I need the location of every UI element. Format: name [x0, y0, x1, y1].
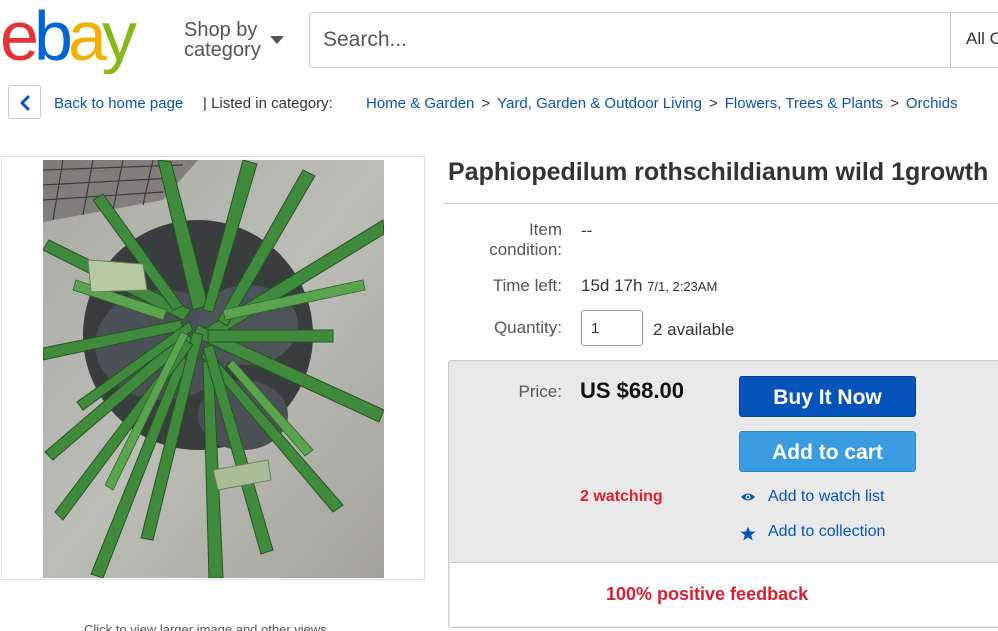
item-condition-label: Item condition:: [442, 220, 562, 260]
chevron-left-icon: [20, 95, 30, 111]
back-button[interactable]: [8, 85, 41, 119]
search-input[interactable]: [310, 13, 950, 67]
ebay-logo[interactable]: ebay: [0, 2, 170, 74]
product-photo[interactable]: [43, 160, 384, 578]
time-left-label: Time left:: [492, 276, 562, 295]
svg-text:ebay: ebay: [0, 2, 137, 74]
eye-icon: [741, 493, 755, 501]
breadcrumb-orchids[interactable]: Orchids: [906, 95, 958, 112]
seller-feedback[interactable]: 100% positive feedback: [606, 584, 808, 605]
title-divider: [444, 203, 998, 204]
item-condition-value: --: [581, 221, 593, 240]
breadcrumb-separator: >: [481, 95, 491, 112]
quantity-label: Quantity:: [493, 318, 562, 337]
category-label: category: [184, 39, 261, 61]
breadcrumb-flowers-trees[interactable]: Flowers, Trees & Plants: [725, 95, 883, 112]
item-title: Paphiopedilum rothschildianum wild 1grow…: [448, 158, 989, 186]
item-condition-label-line1: Item: [528, 220, 562, 239]
add-to-watch-list-label: Add to watch list: [768, 488, 885, 505]
breadcrumb: Home & Garden > Yard, Garden & Outdoor Liv…: [366, 95, 958, 112]
available-text: 2 available: [653, 320, 735, 339]
buy-it-now-button[interactable]: Buy It Now: [739, 376, 916, 417]
watching-count: 2 watching: [580, 488, 663, 505]
price-label: Price:: [518, 382, 562, 401]
chevron-down-icon: [270, 36, 284, 44]
product-image-panel: [1, 156, 425, 580]
add-to-collection-label: Add to collection: [768, 523, 886, 540]
time-left-duration: 15d 17h: [581, 276, 643, 295]
category-select[interactable]: All C: [966, 29, 998, 49]
listed-in-category-label: | Listed in category:: [203, 95, 333, 112]
add-to-cart-button[interactable]: Add to cart: [739, 431, 916, 472]
shop-by-category-button[interactable]: Shop by category: [184, 19, 284, 61]
image-caption[interactable]: Click to view larger image and other vie…: [84, 622, 327, 631]
breadcrumb-separator: >: [709, 95, 718, 112]
price-value: US $68.00: [580, 378, 684, 403]
item-condition-label-line2: condition:: [489, 240, 562, 259]
breadcrumb-separator: >: [890, 95, 899, 112]
quantity-input[interactable]: [581, 310, 643, 346]
shop-by-label: Shop by: [184, 19, 258, 41]
breadcrumb-yard-garden[interactable]: Yard, Garden & Outdoor Living: [497, 95, 702, 112]
star-icon: [740, 526, 756, 541]
search-divider: [950, 13, 951, 67]
time-left-date: 7/1, 2:23AM: [647, 279, 718, 294]
search-bar: All C: [309, 12, 998, 68]
time-left-value: 15d 17h 7/1, 2:23AM: [581, 276, 717, 296]
back-to-home-link[interactable]: Back to home page: [54, 95, 183, 112]
breadcrumb-home-garden[interactable]: Home & Garden: [366, 95, 474, 112]
